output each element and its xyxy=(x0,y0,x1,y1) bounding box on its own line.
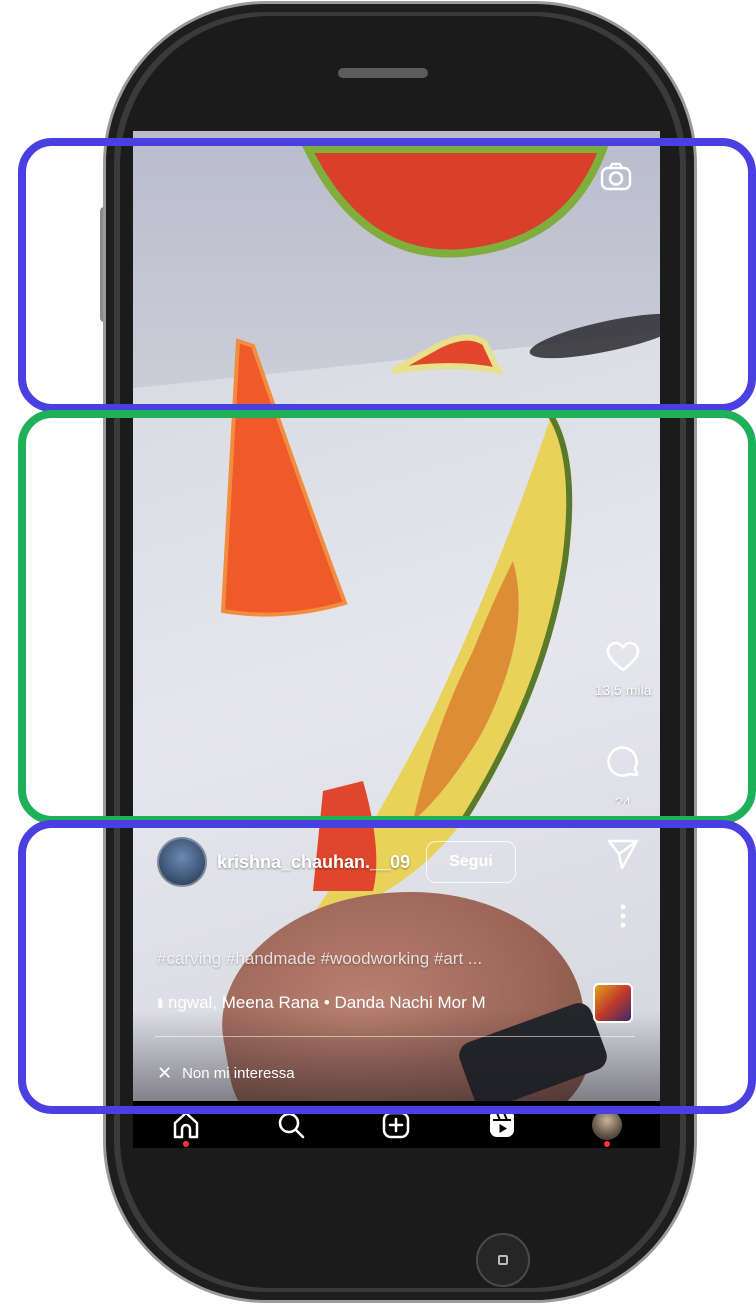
phone-home-button[interactable] xyxy=(476,1233,530,1287)
reels-icon xyxy=(489,1112,514,1137)
phone-speaker xyxy=(338,68,428,78)
search-icon xyxy=(278,1112,305,1138)
annotation-box-bottom xyxy=(18,820,756,1114)
profile-notification-dot xyxy=(604,1140,611,1147)
profile-avatar xyxy=(592,1109,623,1140)
annotation-box-top xyxy=(18,138,756,412)
annotation-box-middle xyxy=(18,410,756,824)
create-icon xyxy=(383,1111,410,1138)
home-notification-dot xyxy=(182,1140,189,1147)
home-icon xyxy=(173,1111,198,1138)
